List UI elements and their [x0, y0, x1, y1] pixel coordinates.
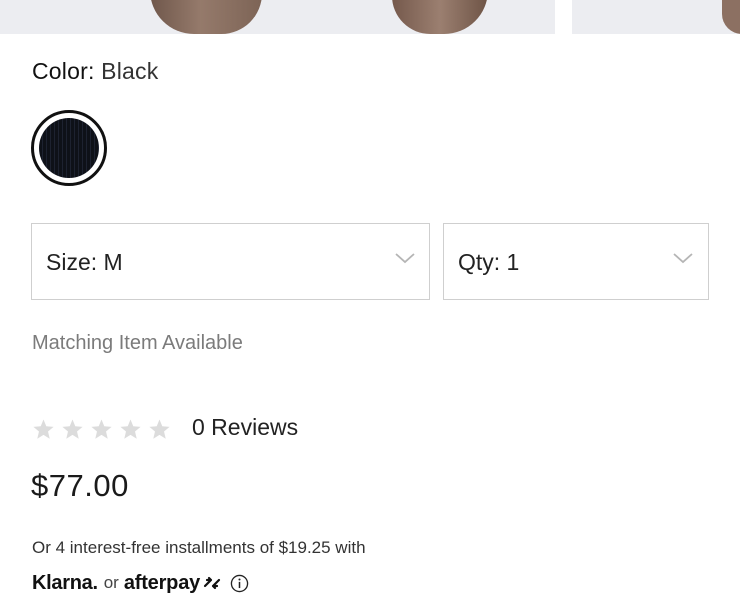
installments-text: Or 4 interest-free installments of $19.2…	[32, 538, 366, 557]
product-photo-leg-right	[392, 0, 488, 34]
product-photo-leg-partial	[722, 0, 740, 34]
color-label: Color:	[32, 58, 95, 84]
star-icon	[33, 419, 54, 439]
color-line: Color: Black	[32, 58, 158, 85]
payment-providers: Klarna. or afterpay	[32, 570, 249, 596]
size-select-value: Size: M	[46, 249, 123, 275]
matching-item-link[interactable]: Matching Item Available	[32, 332, 243, 355]
klarna-logo[interactable]: Klarna.	[32, 572, 98, 595]
quantity-select-value: Qty: 1	[458, 249, 520, 275]
product-photo-leg-left	[150, 0, 262, 34]
reviews-count-link[interactable]: 0 Reviews	[192, 414, 298, 441]
size-select[interactable]: Size: M	[31, 223, 430, 300]
afterpay-arrows-icon	[203, 576, 221, 590]
product-price: $77.00	[31, 468, 129, 503]
star-icon	[149, 419, 170, 439]
or-separator: or	[103, 573, 119, 592]
product-image-thumbnail[interactable]	[572, 0, 740, 34]
product-image-main[interactable]	[0, 0, 555, 34]
star-rating[interactable]	[32, 418, 171, 442]
star-icon	[62, 419, 83, 439]
product-image-strip	[0, 0, 740, 34]
swatch-fabric	[39, 118, 99, 178]
info-icon[interactable]	[230, 574, 249, 593]
quantity-select[interactable]: Qty: 1	[443, 223, 709, 300]
color-value: Black	[101, 58, 159, 84]
star-icon	[91, 419, 112, 439]
chevron-down-icon	[395, 253, 415, 264]
afterpay-logo[interactable]: afterpay	[124, 572, 200, 595]
color-swatch-black[interactable]	[31, 110, 107, 186]
chevron-down-icon	[673, 253, 693, 264]
star-icon	[120, 419, 141, 439]
